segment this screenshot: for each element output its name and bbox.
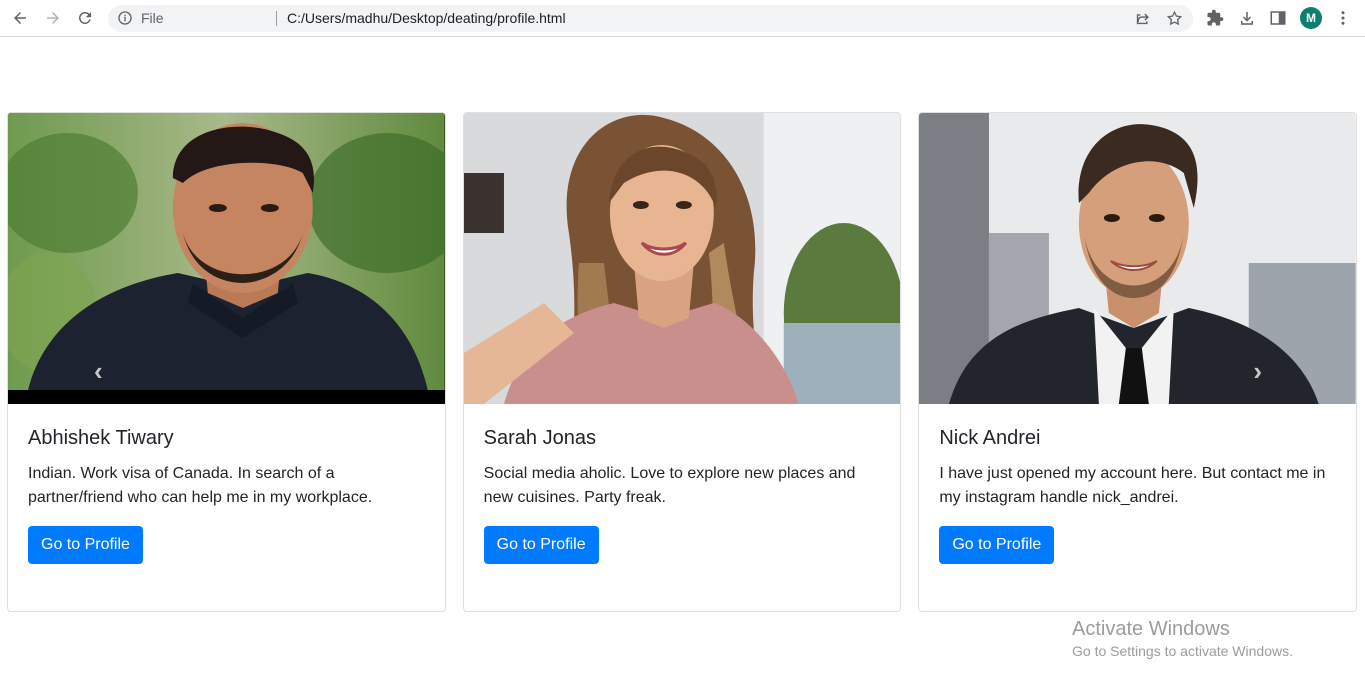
- profile-description: Indian. Work visa of Canada. In search o…: [28, 465, 373, 506]
- bookmark-star-icon[interactable]: [1166, 10, 1183, 27]
- profile-card: › Nick Andrei I have just opened my acco…: [918, 112, 1358, 612]
- profile-name: Nick Andrei: [939, 427, 1041, 449]
- browser-toolbar: File C:/Users/madhu/Desktop/deating/prof…: [0, 0, 1365, 37]
- profile-card: ‹ Abhishek Tiwary Indian. Work visa of C…: [7, 112, 446, 612]
- divider: [276, 11, 277, 26]
- carousel-next-arrow[interactable]: ›: [1253, 358, 1262, 384]
- profile-name: Sarah Jonas: [483, 427, 596, 449]
- profile-name: Abhishek Tiwary: [28, 427, 174, 449]
- windows-activation-watermark: Activate Windows Go to Settings to activ…: [1072, 617, 1293, 661]
- profile-description: I have just opened my account here. But …: [939, 465, 1326, 506]
- profile-cards: ‹ Abhishek Tiwary Indian. Work visa of C…: [7, 112, 1358, 612]
- profile-avatar[interactable]: M: [1300, 7, 1322, 29]
- card-body: Sarah Jonas Social media aholic. Love to…: [464, 404, 901, 584]
- url-text[interactable]: C:/Users/madhu/Desktop/deating/profile.h…: [287, 10, 566, 27]
- address-bar[interactable]: File C:/Users/madhu/Desktop/deating/prof…: [108, 5, 1193, 32]
- share-icon[interactable]: [1134, 10, 1151, 27]
- go-to-profile-button[interactable]: Go to Profile: [939, 526, 1055, 564]
- extensions-puzzle-icon[interactable]: [1205, 8, 1225, 28]
- more-menu-icon[interactable]: [1333, 8, 1353, 28]
- watermark-subtitle: Go to Settings to activate Windows.: [1072, 643, 1293, 659]
- watermark-title: Activate Windows: [1072, 618, 1230, 640]
- profile-photo: ›: [919, 113, 1357, 404]
- carousel-prev-arrow[interactable]: ‹: [94, 358, 103, 384]
- back-arrow-icon[interactable]: [9, 7, 31, 29]
- go-to-profile-button[interactable]: Go to Profile: [483, 526, 599, 564]
- side-panel-icon[interactable]: [1268, 8, 1288, 28]
- profile-card: Sarah Jonas Social media aholic. Love to…: [462, 112, 902, 612]
- profile-photo: ‹: [8, 113, 445, 404]
- profile-description: Social media aholic. Love to explore new…: [483, 465, 856, 506]
- file-scheme-label: File: [141, 10, 164, 26]
- card-body: Nick Andrei I have just opened my accoun…: [919, 404, 1356, 584]
- forward-arrow-icon[interactable]: [42, 7, 64, 29]
- reload-icon[interactable]: [74, 7, 96, 29]
- info-icon[interactable]: [117, 10, 133, 26]
- download-icon[interactable]: [1237, 8, 1257, 28]
- go-to-profile-button[interactable]: Go to Profile: [28, 526, 143, 564]
- profile-photo: [463, 113, 901, 404]
- card-body: Abhishek Tiwary Indian. Work visa of Can…: [8, 404, 445, 584]
